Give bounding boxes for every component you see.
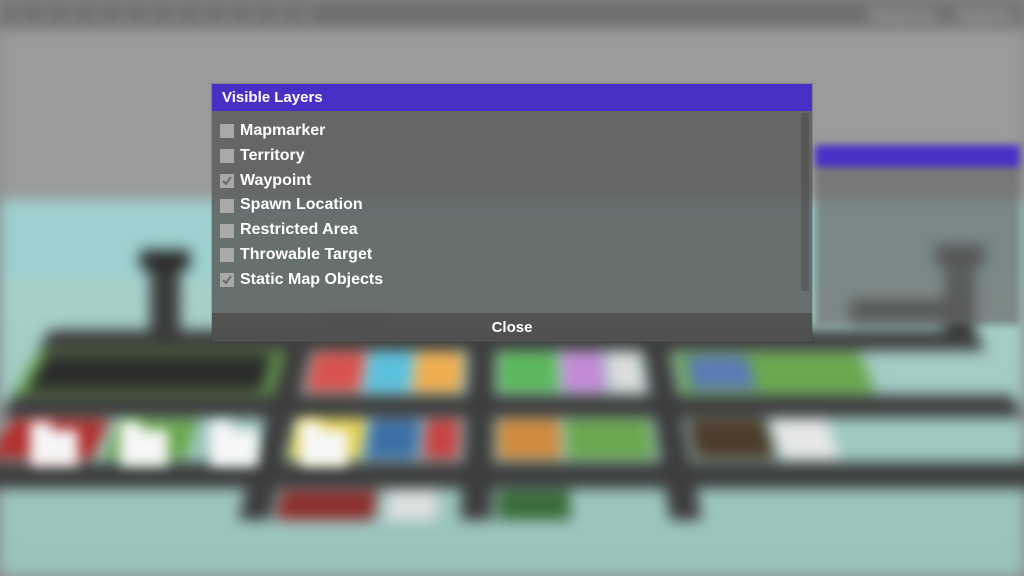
toolbar-icon[interactable]	[10, 4, 30, 24]
toolbar-icon[interactable]	[62, 4, 82, 24]
layer-checkbox[interactable]	[220, 124, 234, 138]
layer-item[interactable]: Throwable Target	[220, 243, 804, 268]
folder-icon[interactable]	[120, 430, 168, 466]
folder-icon[interactable]	[210, 430, 258, 466]
toolbar-icon[interactable]	[192, 4, 212, 24]
toolbar-icon[interactable]	[296, 4, 316, 24]
toolbar-link-resources[interactable]: Resources	[871, 7, 937, 22]
toolbar-icon[interactable]	[88, 4, 108, 24]
layer-item[interactable]: Territory	[220, 144, 804, 169]
secondary-panel	[815, 145, 1020, 325]
layer-label: Restricted Area	[240, 218, 358, 243]
toolbar-icon[interactable]	[114, 4, 134, 24]
toolbar: Resources Inspector	[0, 0, 1024, 28]
layer-checkbox[interactable]	[220, 149, 234, 163]
toolbar-right: Resources Inspector	[871, 7, 1014, 22]
toolbar-link-inspector[interactable]: Inspector	[955, 7, 1014, 22]
layer-item[interactable]: Spawn Location	[220, 193, 804, 218]
check-icon	[222, 176, 232, 186]
toolbar-icon[interactable]	[166, 4, 186, 24]
toolbar-icon[interactable]	[140, 4, 160, 24]
layer-label: Static Map Objects	[240, 268, 383, 293]
layer-item[interactable]: Waypoint	[220, 169, 804, 194]
layer-item[interactable]: Restricted Area	[220, 218, 804, 243]
layer-label: Waypoint	[240, 169, 311, 194]
layer-checkbox[interactable]	[220, 199, 234, 213]
check-icon	[222, 275, 232, 285]
close-button[interactable]: Close	[212, 313, 812, 342]
dialog-body: MapmarkerTerritoryWaypointSpawn Location…	[212, 111, 812, 293]
scrollbar[interactable]	[801, 113, 809, 291]
layer-checkbox[interactable]	[220, 174, 234, 188]
layer-label: Territory	[240, 144, 305, 169]
toolbar-icon[interactable]	[244, 4, 264, 24]
toolbar-icon[interactable]	[218, 4, 238, 24]
folder-row	[30, 430, 348, 466]
toolbar-icon[interactable]	[36, 4, 56, 24]
visible-layers-dialog: Visible Layers MapmarkerTerritoryWaypoin…	[212, 84, 812, 342]
toolbar-left-icons	[10, 4, 316, 24]
layer-list: MapmarkerTerritoryWaypointSpawn Location…	[220, 119, 804, 293]
layer-item[interactable]: Mapmarker	[220, 119, 804, 144]
layer-checkbox[interactable]	[220, 273, 234, 287]
layer-checkbox[interactable]	[220, 224, 234, 238]
layer-checkbox[interactable]	[220, 248, 234, 262]
city-scene	[0, 330, 1024, 520]
folder-icon[interactable]	[30, 430, 78, 466]
layer-label: Spawn Location	[240, 193, 363, 218]
layer-item[interactable]: Static Map Objects	[220, 268, 804, 293]
toolbar-icon[interactable]	[270, 4, 290, 24]
secondary-panel-title	[815, 145, 1020, 167]
layer-label: Throwable Target	[240, 243, 372, 268]
layer-label: Mapmarker	[240, 119, 325, 144]
folder-icon[interactable]	[300, 430, 348, 466]
dialog-title: Visible Layers	[212, 84, 812, 111]
